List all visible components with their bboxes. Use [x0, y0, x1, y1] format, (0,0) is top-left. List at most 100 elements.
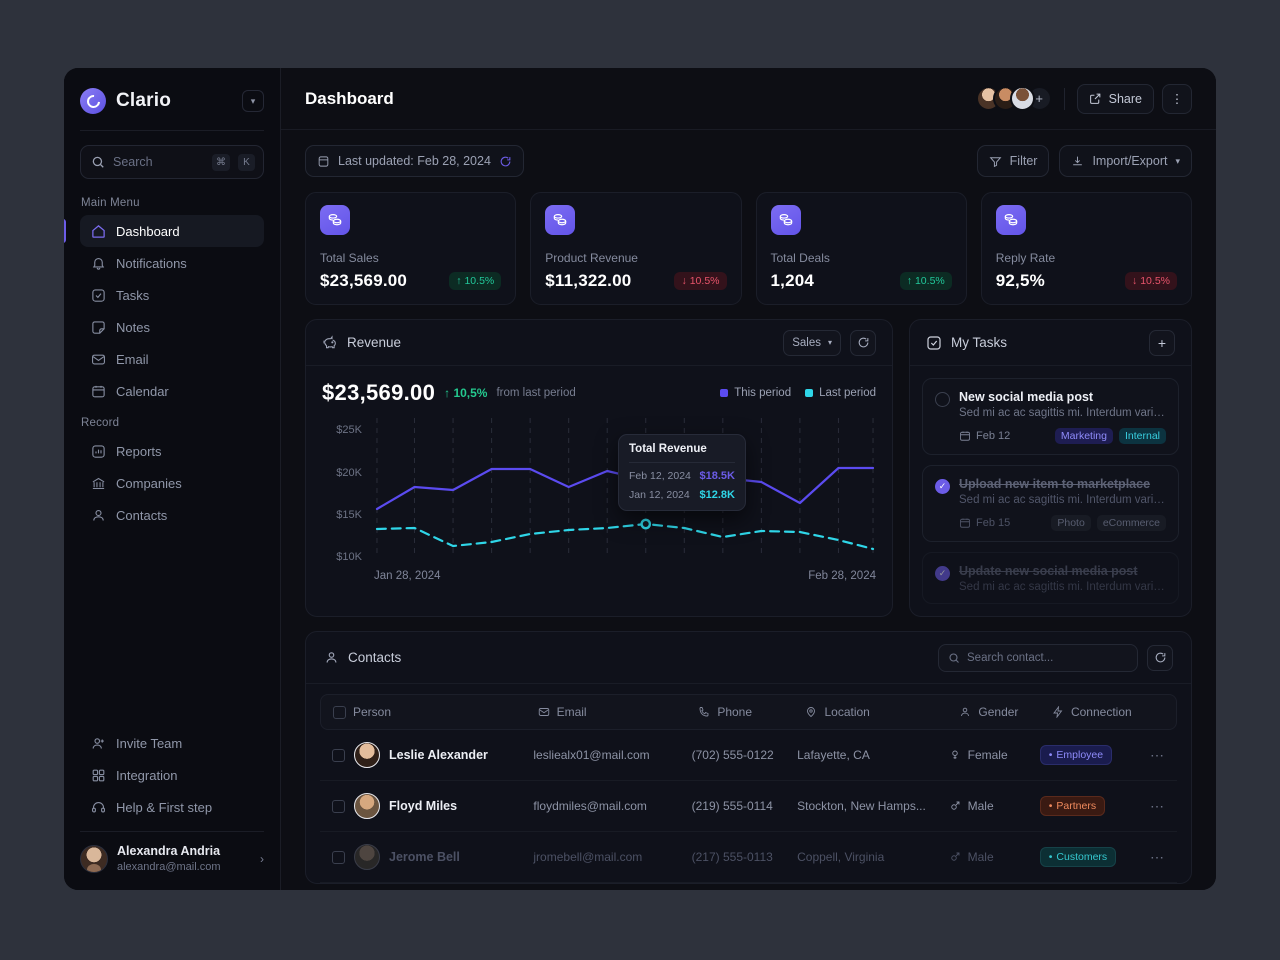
list-item[interactable]: ✓ Upload new item to marketplace Sed mi …: [922, 465, 1179, 542]
sidebar-item-dashboard[interactable]: Dashboard: [64, 215, 264, 247]
pin-icon: [805, 706, 817, 718]
column-header-connection[interactable]: Connection: [1052, 705, 1164, 719]
share-button[interactable]: Share: [1076, 83, 1154, 114]
nav-group-label-main: Main Menu: [81, 197, 140, 209]
sidebar-item-notifications[interactable]: Notifications: [80, 247, 264, 279]
column-header-person[interactable]: Person: [333, 705, 538, 719]
filter-button[interactable]: Filter: [976, 145, 1050, 177]
avatar: [80, 845, 108, 874]
table-row[interactable]: Floyd Miles floydmiles@mail.com (219) 55…: [320, 781, 1177, 832]
tooltip-row: Jan 12, 2024 $12.8K: [629, 489, 735, 501]
sidebar-item-email[interactable]: Email: [80, 343, 264, 375]
column-header-location[interactable]: Location: [805, 705, 959, 719]
revenue-body: $23,569.00 ↑ 10,5% from last period This…: [306, 366, 892, 592]
table-row[interactable]: Jerome Bell jromebell@mail.com (217) 555…: [320, 832, 1177, 883]
sidebar-item-companies[interactable]: Companies: [80, 467, 264, 499]
sidebar-item-invite-team[interactable]: Invite Team: [80, 727, 264, 759]
sidebar-user-profile[interactable]: Alexandra Andria alexandra@mail.com ›: [64, 832, 280, 890]
status-badge: ↑ 10.5%: [899, 272, 952, 290]
tooltip-value: $12.8K: [699, 489, 735, 501]
add-task-button[interactable]: +: [1149, 329, 1175, 356]
column-header-gender[interactable]: Gender: [959, 705, 1052, 719]
kpi-card-product-revenue[interactable]: Product Revenue $11,322.00 ↓ 10.5%: [530, 192, 742, 305]
kpi-card-reply-rate[interactable]: Reply Rate 92,5% ↓ 10.5%: [980, 192, 1192, 305]
contacts-search-placeholder: Search contact...: [967, 651, 1054, 664]
kpi-card-total-deals[interactable]: Total Deals 1,204 ↑ 10.5%: [755, 192, 967, 305]
sidebar-item-label: Dashboard: [116, 223, 180, 239]
contacts-table: Person Email Phone Location Gender Conne…: [306, 684, 1191, 883]
sidebar-item-integration[interactable]: Integration: [80, 759, 264, 791]
contacts-search-input[interactable]: Search contact...: [938, 643, 1138, 672]
sidebar-item-tasks[interactable]: Tasks: [80, 279, 264, 311]
contact-gender: Male: [949, 799, 1040, 813]
coins-icon: [545, 205, 576, 235]
revenue-metric-select[interactable]: Sales ▾: [783, 329, 841, 356]
share-label: Share: [1108, 91, 1142, 106]
refresh-icon[interactable]: [499, 155, 512, 168]
row-more-button[interactable]: ⋯: [1150, 798, 1165, 815]
status-badge: • Customers: [1039, 847, 1117, 867]
revenue-summary: $23,569.00 ↑ 10,5% from last period This…: [322, 380, 876, 406]
middle-row: Revenue Sales ▾ $23,569.00 ↑ 10,5% from …: [281, 319, 1216, 631]
sidebar-item-label: Notes: [116, 319, 150, 335]
workspace-chevron-down-icon[interactable]: ▾: [242, 90, 264, 112]
row-checkbox[interactable]: [332, 850, 345, 864]
sidebar-item-help[interactable]: Help & First step: [80, 791, 264, 823]
contact-email: floydmiles@mail.com: [533, 799, 647, 813]
contact-gender: Female: [949, 748, 1040, 762]
app-window: Clario ▾ Search ⌘ K Main Menu Dashboard …: [64, 68, 1216, 890]
sidebar-item-calendar[interactable]: Calendar: [80, 375, 264, 407]
sidebar-item-notes[interactable]: Notes: [80, 311, 264, 343]
arrow-down-icon: ↓: [681, 275, 687, 287]
kpi-card-total-sales[interactable]: Total Sales $23,569.00 ↑ 10.5%: [305, 192, 517, 305]
arrow-down-icon: ↓: [1131, 275, 1138, 287]
last-updated-pill[interactable]: Last updated: Feb 28, 2024: [305, 145, 524, 177]
table-row[interactable]: Leslie Alexander lesliealx01@mail.com (7…: [320, 730, 1177, 781]
user-plus-icon: [90, 736, 106, 751]
sidebar: Clario ▾ Search ⌘ K Main Menu Dashboard …: [64, 68, 281, 890]
search-input[interactable]: Search ⌘ K: [80, 145, 264, 179]
task-checkbox[interactable]: ✓: [935, 566, 950, 581]
status-badge: • Employee: [1039, 745, 1113, 765]
legend-item-last-period[interactable]: Last period: [805, 387, 876, 399]
import-export-button[interactable]: Import/Export ▾: [1059, 145, 1192, 177]
column-header-phone[interactable]: Phone: [698, 705, 805, 719]
male-icon: [949, 800, 961, 812]
sidebar-item-contacts[interactable]: Contacts: [80, 499, 264, 531]
mail-icon: [538, 706, 550, 718]
row-checkbox[interactable]: [332, 799, 345, 813]
bell-icon: [90, 256, 106, 271]
select-all-checkbox[interactable]: [333, 705, 346, 719]
contacts-refresh-button[interactable]: [1147, 644, 1173, 671]
list-item[interactable]: ✓ Update new social media post Sed mi ac…: [922, 552, 1179, 604]
phone-icon: [698, 706, 710, 718]
import-export-label: Import/Export: [1092, 154, 1168, 168]
task-checkbox[interactable]: ✓: [935, 479, 950, 494]
row-more-button[interactable]: ⋯: [1150, 747, 1165, 764]
revenue-refresh-button[interactable]: [850, 329, 876, 356]
list-item[interactable]: New social media post Sed mi ac ac sagit…: [922, 378, 1179, 455]
avatar[interactable]: [1009, 86, 1035, 111]
chevron-right-icon[interactable]: ›: [260, 852, 264, 866]
kpi-value: 92,5%: [995, 271, 1045, 290]
contact-location: Stockton, New Hamps...: [797, 799, 926, 813]
row-checkbox[interactable]: [332, 748, 345, 762]
tasks-title: My Tasks: [951, 335, 1008, 350]
more-options-button[interactable]: ⋮: [1162, 83, 1192, 114]
column-header-email[interactable]: Email: [538, 705, 699, 719]
legend-item-this-period[interactable]: This period: [720, 387, 791, 399]
legend-swatch: [720, 389, 729, 397]
avatar: [354, 742, 380, 768]
page-title: Dashboard: [305, 88, 394, 108]
status-badge: ↑ 10.5%: [449, 272, 502, 290]
male-icon: [949, 851, 961, 863]
task-checkbox[interactable]: [935, 392, 950, 407]
chevron-down-icon: ▾: [1175, 155, 1180, 166]
sidebar-item-reports[interactable]: Reports: [80, 435, 264, 467]
chart-plot-area: Total Revenue Feb 12, 2024 $18.5K Jan 12…: [374, 416, 876, 558]
row-more-button[interactable]: ⋯: [1150, 849, 1165, 866]
share-icon: [1089, 92, 1102, 105]
task-tag: Photo: [1051, 515, 1091, 531]
task-description: Sed mi ac ac sagittis mi. Interdum variu…: [959, 407, 1166, 419]
kpi-value: 1,204: [770, 271, 815, 290]
